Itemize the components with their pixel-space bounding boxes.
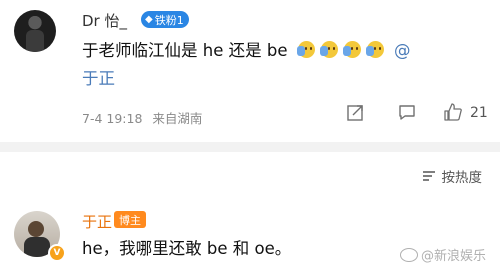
- username[interactable]: Dr 怡_: [82, 10, 127, 31]
- comment-1: Dr 怡_ ◆ 铁粉1 于老师临江仙是 he 还是 be @ 于正 7-4 19…: [0, 0, 500, 140]
- divider: [0, 142, 500, 152]
- diamond-icon: ◆: [145, 14, 153, 25]
- verified-icon: V: [48, 244, 66, 262]
- like-icon[interactable]: [444, 103, 462, 121]
- comment-body: he，我哪里还敢 be 和 oe。: [82, 239, 292, 258]
- sort-icon: [422, 171, 435, 181]
- watermark-text: @新浪娱乐: [420, 249, 486, 264]
- smirk-hand-emoji-icon: [319, 40, 339, 59]
- smirk-hand-emoji-icon: [365, 40, 385, 59]
- mention-link[interactable]: 于正: [82, 65, 115, 89]
- weibo-logo-icon: [399, 247, 418, 262]
- fan-badge: ◆ 铁粉1: [141, 11, 189, 28]
- watermark: @新浪娱乐: [399, 245, 486, 264]
- fan-badge-label: 铁粉1: [154, 13, 184, 27]
- blogger-badge-label: 博主: [119, 213, 141, 227]
- username[interactable]: 于正: [82, 211, 112, 232]
- comment-body: 于老师临江仙是 he 还是 be: [82, 41, 288, 60]
- blogger-badge: 博主: [114, 211, 146, 228]
- sort-button[interactable]: 按热度: [422, 166, 483, 186]
- location: 来自湖南: [152, 111, 203, 126]
- comment-icon[interactable]: [398, 104, 416, 121]
- share-icon[interactable]: [347, 104, 364, 121]
- sort-label: 按热度: [441, 170, 483, 186]
- comment-meta: 7-4 19:18 来自湖南: [82, 108, 202, 127]
- at-symbol: @: [393, 41, 411, 60]
- like-count: 21: [470, 105, 488, 121]
- timestamp: 7-4 19:18: [82, 111, 143, 126]
- comment-text: 于老师临江仙是 he 还是 be @: [82, 37, 410, 61]
- smirk-hand-emoji-icon: [342, 40, 362, 59]
- smirk-hand-emoji-icon: [296, 40, 316, 59]
- avatar[interactable]: [14, 10, 56, 52]
